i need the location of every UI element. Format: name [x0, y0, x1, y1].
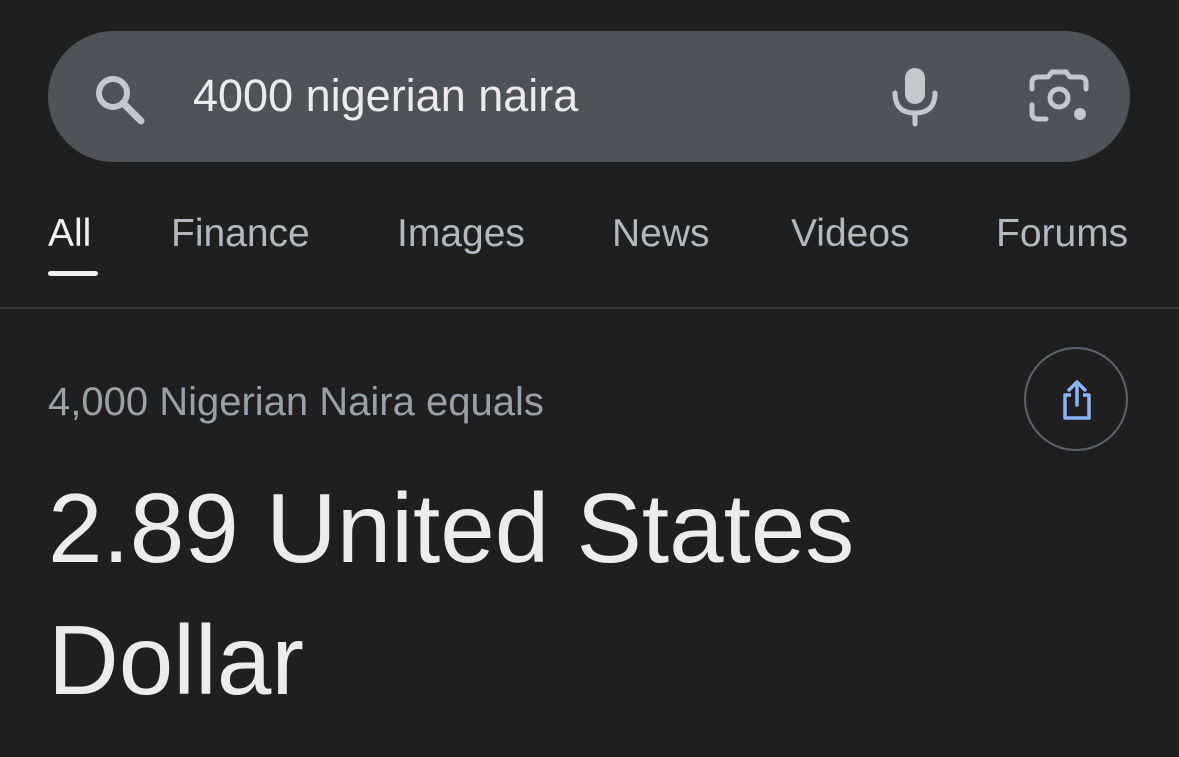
tab-all[interactable]: All [48, 212, 91, 256]
mic-icon[interactable] [888, 66, 942, 128]
camera-lens-icon[interactable] [1028, 69, 1090, 127]
tab-news[interactable]: News [612, 212, 710, 256]
divider [0, 307, 1179, 309]
tab-videos[interactable]: Videos [791, 212, 910, 256]
share-icon [1063, 380, 1091, 420]
active-tab-indicator [48, 271, 98, 276]
search-icon[interactable] [89, 70, 149, 130]
tab-images[interactable]: Images [397, 212, 525, 256]
conversion-subtitle: 4,000 Nigerian Naira equals [48, 380, 544, 424]
share-button[interactable] [1024, 347, 1128, 451]
search-input[interactable]: 4000 nigerian naira [193, 68, 578, 124]
tab-forums[interactable]: Forums [996, 212, 1128, 256]
search-tabs: All Finance Images News Videos Forums [0, 198, 1179, 308]
conversion-result: 2.89 United States Dollar [48, 473, 855, 715]
tab-finance[interactable]: Finance [171, 212, 310, 256]
